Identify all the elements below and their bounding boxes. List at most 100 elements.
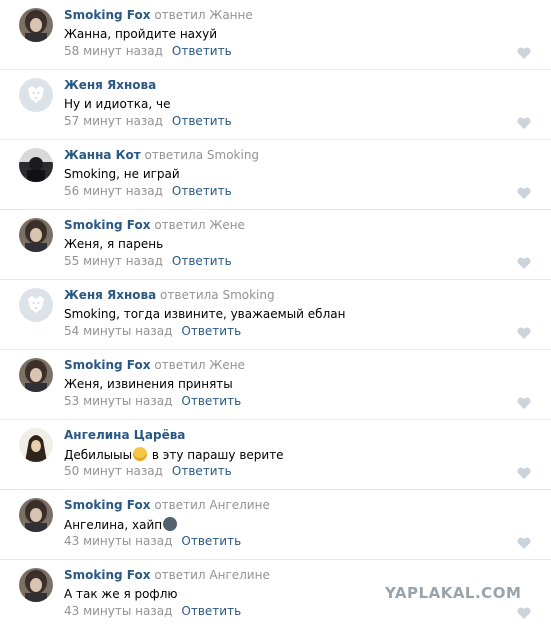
comment-header: Женя Яхнова ответила Smoking [64,288,275,302]
comment-meta: 56 минут назад Ответить [64,184,232,198]
comment-text: Smoking, тогда извините, уважаемый еблан [64,307,346,321]
comment-item: Женя Яхнова ответила Smoking Smoking, то… [0,280,551,350]
comment-text: Жанна, пройдите нахуй [64,27,218,41]
comment-meta: 53 минуты назад Ответить [64,394,241,408]
anime-avatar-image [19,568,53,602]
author-name[interactable]: Женя Яхнова [64,288,156,302]
comment-text: Женя, извинения приняты [64,377,233,391]
hood-avatar-image [19,428,53,462]
reply-to-label[interactable]: ответила Smoking [160,288,275,302]
anime-avatar-image [19,358,53,392]
dog-icon [19,78,53,112]
watermark-logo: YAPLAKAL.COM [385,584,522,602]
reply-button[interactable]: Ответить [172,464,232,478]
comment-item: Smoking Fox ответил Жене Женя, извинения… [0,350,551,420]
timestamp[interactable]: 43 минуты назад [64,604,172,618]
avatar[interactable] [19,78,53,112]
timestamp[interactable]: 43 минуты назад [64,534,172,548]
comment-item: Smoking Fox ответил Жанне Жанна, пройдит… [0,0,551,70]
avatar[interactable] [19,428,53,462]
comment-meta: 50 минут назад Ответить [64,464,232,478]
heart-icon[interactable] [517,257,531,269]
heart-icon[interactable] [517,117,531,129]
heart-icon[interactable] [517,397,531,409]
author-name[interactable]: Smoking Fox [64,498,151,512]
comment-header: Жанна Кот ответила Smoking [64,148,259,162]
timestamp[interactable]: 57 минут назад [64,114,163,128]
author-name[interactable]: Жанна Кот [64,148,141,162]
reply-to-label[interactable]: ответил Жанне [154,8,252,22]
timestamp[interactable]: 56 минут назад [64,184,163,198]
reply-to-label[interactable]: ответила Smoking [144,148,259,162]
heart-icon[interactable] [517,537,531,549]
comment-text: А так же я рофлю [64,587,178,601]
author-name[interactable]: Smoking Fox [64,218,151,232]
reply-button[interactable]: Ответить [172,254,232,268]
comment-header: Smoking Fox ответил Ангелине [64,568,270,582]
heart-icon[interactable] [517,47,531,59]
avatar[interactable] [19,8,53,42]
reply-button[interactable]: Ответить [181,604,241,618]
comment-header: Smoking Fox ответил Жанне [64,8,253,22]
comment-meta: 43 минуты назад Ответить [64,534,241,548]
reply-button[interactable]: Ответить [172,184,232,198]
avatar[interactable] [19,288,53,322]
heart-icon[interactable] [517,467,531,479]
comment-meta: 58 минут назад Ответить [64,44,232,58]
comment-item: Smoking Fox ответил Жене Женя, я парень … [0,210,551,280]
reply-to-label[interactable]: ответил Жене [154,218,245,232]
avatar[interactable] [19,218,53,252]
comment-text: Женя, я парень [64,237,164,251]
avatar[interactable] [19,148,53,182]
author-name[interactable]: Smoking Fox [64,358,151,372]
comment-header: Ангелина Царёва [64,428,185,442]
heart-icon[interactable] [517,607,531,619]
timestamp[interactable]: 55 минут назад [64,254,163,268]
reply-to-label[interactable]: ответил Жене [154,358,245,372]
comment-item: Ангелина Царёва Дебилыыы в эту парашу ве… [0,420,551,490]
comment-text-part: Дебилыыы [64,448,133,462]
reply-button[interactable]: Ответить [181,324,241,338]
heart-icon[interactable] [517,187,531,199]
comment-meta: 54 минуты назад Ответить [64,324,241,338]
reply-button[interactable]: Ответить [172,44,232,58]
comment-header: Smoking Fox ответил Жене [64,218,245,232]
heart-icon[interactable] [517,327,531,339]
reply-to-label[interactable]: ответил Ангелине [154,498,270,512]
comment-header: Женя Яхнова [64,78,156,92]
dark-photo-avatar-image [19,148,53,182]
author-name[interactable]: Женя Яхнова [64,78,156,92]
timestamp[interactable]: 54 минуты назад [64,324,172,338]
comment-text: Дебилыыы в эту парашу верите [64,447,284,462]
avatar[interactable] [19,358,53,392]
comment-meta: 43 минуты назад Ответить [64,604,241,618]
reply-button[interactable]: Ответить [181,534,241,548]
timestamp[interactable]: 50 минут назад [64,464,163,478]
comment-item: Smoking Fox ответил Ангелине Ангелина, х… [0,490,551,560]
anime-avatar-image [19,498,53,532]
comment-header: Smoking Fox ответил Жене [64,358,245,372]
anime-avatar-image [19,218,53,252]
comments-feed: Smoking Fox ответил Жанне Жанна, пройдит… [0,0,551,630]
reply-button[interactable]: Ответить [181,394,241,408]
dog-icon [19,288,53,322]
comment-item: Женя Яхнова Ну и идиотка, че 57 минут на… [0,70,551,140]
avatar[interactable] [19,568,53,602]
author-name[interactable]: Ангелина Царёва [64,428,185,442]
timestamp[interactable]: 53 минуты назад [64,394,172,408]
timestamp[interactable]: 58 минут назад [64,44,163,58]
laughing-emoji-icon [133,447,148,461]
dots-emoji-icon [163,517,178,531]
reply-button[interactable]: Ответить [172,114,232,128]
comment-text-part: Ангелина, хайп [64,518,163,532]
comment-meta: 55 минут назад Ответить [64,254,232,268]
author-name[interactable]: Smoking Fox [64,568,151,582]
comment-text: Smoking, не играй [64,167,180,181]
comment-item: Жанна Кот ответила Smoking Smoking, не и… [0,140,551,210]
avatar[interactable] [19,498,53,532]
reply-to-label[interactable]: ответил Ангелине [154,568,270,582]
author-name[interactable]: Smoking Fox [64,8,151,22]
comment-text: Ну и идиотка, че [64,97,171,111]
anime-avatar-image [19,8,53,42]
comment-header: Smoking Fox ответил Ангелине [64,498,270,512]
